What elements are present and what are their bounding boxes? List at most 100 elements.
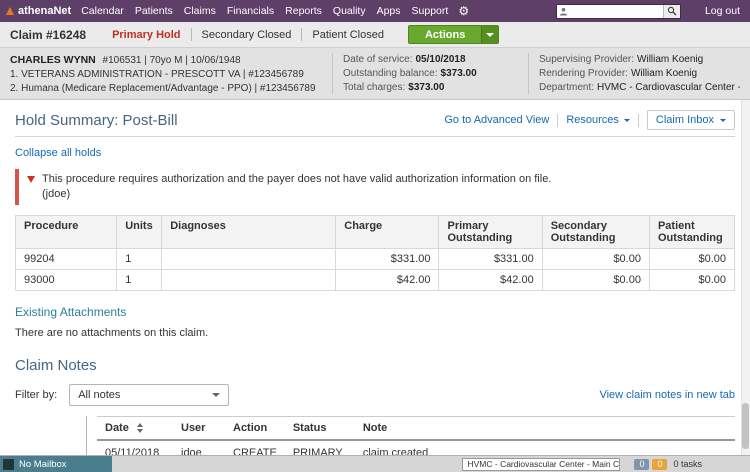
mailbox-label: No Mailbox bbox=[19, 459, 67, 470]
attachments-empty-text: There are no attachments on this claim. bbox=[15, 327, 735, 339]
col-patient-outstanding: Patient Outstanding bbox=[649, 216, 734, 249]
cell-primary-outstanding: $42.00 bbox=[439, 270, 542, 291]
claim-header-bar: Claim #16248 Primary Hold Secondary Clos… bbox=[0, 22, 750, 48]
status-primary-hold[interactable]: Primary Hold bbox=[102, 29, 190, 41]
tasks-count-label[interactable]: 0 tasks bbox=[673, 459, 702, 469]
cell-secondary-outstanding: $0.00 bbox=[542, 270, 649, 291]
warning-icon bbox=[27, 176, 35, 183]
cell-diagnoses bbox=[162, 249, 336, 270]
cell-primary-outstanding: $331.00 bbox=[439, 249, 542, 270]
col-units: Units bbox=[117, 216, 162, 249]
notes-filter-value: All notes bbox=[78, 389, 120, 401]
date-of-service-label: Date of service: bbox=[343, 54, 412, 65]
hold-summary-title: Hold Summary: Post-Bill bbox=[15, 112, 178, 129]
cell-patient-outstanding: $0.00 bbox=[649, 270, 734, 291]
collapse-all-holds-link[interactable]: Collapse all holds bbox=[15, 147, 101, 159]
table-row: 99204 1 $331.00 $331.00 $0.00 $0.00 bbox=[16, 249, 735, 270]
procedures-table-header: Procedure Units Diagnoses Charge Primary… bbox=[16, 216, 735, 249]
col-procedure: Procedure bbox=[16, 216, 117, 249]
hold-alert-body: This procedure requires authorization an… bbox=[42, 172, 551, 202]
nav-item-support[interactable]: Support bbox=[412, 5, 449, 17]
notes-timeline: Claim Created 05/11/2018 bbox=[15, 416, 87, 455]
claim-financials-summary: Date of service:05/10/2018 Outstanding b… bbox=[332, 53, 528, 94]
notes-filter-select[interactable]: All notes bbox=[69, 384, 229, 406]
supervising-provider-value: William Koenig bbox=[637, 54, 703, 65]
chevron-down-icon bbox=[486, 33, 494, 37]
department-select[interactable]: HVMC - Cardiovascular Center - Main Camp… bbox=[462, 458, 620, 471]
patient-info-bar: CHARLES WYNN #106531 | 70yo M | 10/06/19… bbox=[0, 48, 750, 100]
mailbox-status[interactable]: No Mailbox bbox=[0, 456, 112, 472]
patient-name: CHARLES WYNN bbox=[10, 54, 96, 66]
cell-patient-outstanding: $0.00 bbox=[649, 249, 734, 270]
search-box bbox=[556, 4, 681, 19]
search-input[interactable] bbox=[571, 5, 663, 17]
resources-dropdown[interactable]: Resources bbox=[566, 114, 630, 126]
user-icon bbox=[557, 7, 571, 16]
status-secondary-closed[interactable]: Secondary Closed bbox=[192, 29, 302, 41]
cell-charge: $331.00 bbox=[336, 249, 439, 270]
mailbox-icon bbox=[3, 459, 14, 470]
search-icon bbox=[667, 6, 677, 16]
gear-icon[interactable]: ⚙ bbox=[458, 5, 469, 17]
athenanet-logo-icon bbox=[6, 7, 14, 15]
view-notes-new-tab-link[interactable]: View claim notes in new tab bbox=[599, 389, 735, 401]
task-badge-blue[interactable]: 0 bbox=[634, 459, 649, 470]
provider-summary: Supervising Provider:William Koenig Rend… bbox=[528, 53, 740, 94]
existing-attachments-title: Existing Attachments bbox=[15, 305, 735, 319]
task-counters: 0 0 0 tasks bbox=[634, 459, 702, 470]
hold-summary-links: Go to Advanced View Resources Claim Inbo… bbox=[444, 110, 735, 130]
chevron-down-icon bbox=[720, 119, 726, 122]
col-action: Action bbox=[225, 417, 285, 441]
nav-item-apps[interactable]: Apps bbox=[377, 5, 401, 17]
athenanet-logo[interactable]: athenaNet bbox=[6, 5, 71, 17]
claim-title: Claim #16248 bbox=[10, 28, 86, 42]
total-charges-label: Total charges: bbox=[343, 82, 405, 93]
main-content: Hold Summary: Post-Bill Go to Advanced V… bbox=[0, 100, 750, 455]
col-date[interactable]: Date bbox=[97, 417, 173, 441]
scrollbar-thumb[interactable] bbox=[742, 403, 749, 449]
note-user: jdoe bbox=[173, 440, 225, 455]
department-label: Department: bbox=[539, 82, 594, 93]
cell-diagnoses bbox=[162, 270, 336, 291]
note-row: 05/11/2018 jdoe CREATE PRIMARY DROP clai… bbox=[97, 440, 735, 455]
nav-item-patients[interactable]: Patients bbox=[135, 5, 173, 17]
outstanding-balance-label: Outstanding balance: bbox=[343, 68, 438, 79]
actions-button-label: Actions bbox=[409, 26, 481, 43]
cell-procedure: 93000 bbox=[16, 270, 117, 291]
resources-link: Resources bbox=[566, 114, 619, 126]
supervising-provider-label: Supervising Provider: bbox=[539, 54, 634, 65]
actions-dropdown-toggle[interactable] bbox=[481, 26, 498, 43]
sort-icon[interactable] bbox=[137, 423, 143, 433]
col-charge: Charge bbox=[336, 216, 439, 249]
claim-notes-table: Date User Action Status Note 05/11/2018 … bbox=[97, 416, 735, 455]
note-date: 05/11/2018 bbox=[97, 440, 173, 455]
col-secondary-outstanding: Secondary Outstanding bbox=[542, 216, 649, 249]
status-patient-closed[interactable]: Patient Closed bbox=[302, 29, 394, 41]
cell-charge: $42.00 bbox=[336, 270, 439, 291]
brand-name: athenaNet bbox=[18, 5, 71, 17]
chevron-down-icon bbox=[624, 119, 630, 122]
nav-item-claims[interactable]: Claims bbox=[184, 5, 216, 17]
cell-secondary-outstanding: $0.00 bbox=[542, 249, 649, 270]
table-row: 93000 1 $42.00 $42.00 $0.00 $0.00 bbox=[16, 270, 735, 291]
vertical-scrollbar[interactable] bbox=[741, 100, 750, 455]
nav-item-calendar[interactable]: Calendar bbox=[81, 5, 124, 17]
patient-insurance-primary: 1. VETERANS ADMINISTRATION - PRESCOTT VA… bbox=[10, 68, 332, 82]
patient-demographics: CHARLES WYNN #106531 | 70yo M | 10/06/19… bbox=[10, 53, 332, 94]
claim-inbox-dropdown[interactable]: Claim Inbox bbox=[647, 110, 735, 130]
search-button[interactable] bbox=[663, 5, 680, 18]
divider bbox=[557, 114, 558, 127]
total-charges-value: $373.00 bbox=[408, 82, 444, 93]
nav-item-quality[interactable]: Quality bbox=[333, 5, 366, 17]
nav-item-reports[interactable]: Reports bbox=[285, 5, 322, 17]
actions-button[interactable]: Actions bbox=[408, 25, 499, 44]
logout-link[interactable]: Log out bbox=[705, 5, 740, 17]
claim-notes-title: Claim Notes bbox=[15, 357, 735, 374]
hold-summary-header: Hold Summary: Post-Bill Go to Advanced V… bbox=[15, 110, 735, 130]
cell-units: 1 bbox=[117, 249, 162, 270]
department-value: HVMC - Cardiovascular Center - ... bbox=[597, 82, 740, 93]
nav-item-financials[interactable]: Financials bbox=[227, 5, 274, 17]
hold-alert-user: (jdoe) bbox=[42, 187, 551, 202]
task-badge-orange[interactable]: 0 bbox=[652, 459, 667, 470]
advanced-view-link[interactable]: Go to Advanced View bbox=[444, 114, 549, 126]
